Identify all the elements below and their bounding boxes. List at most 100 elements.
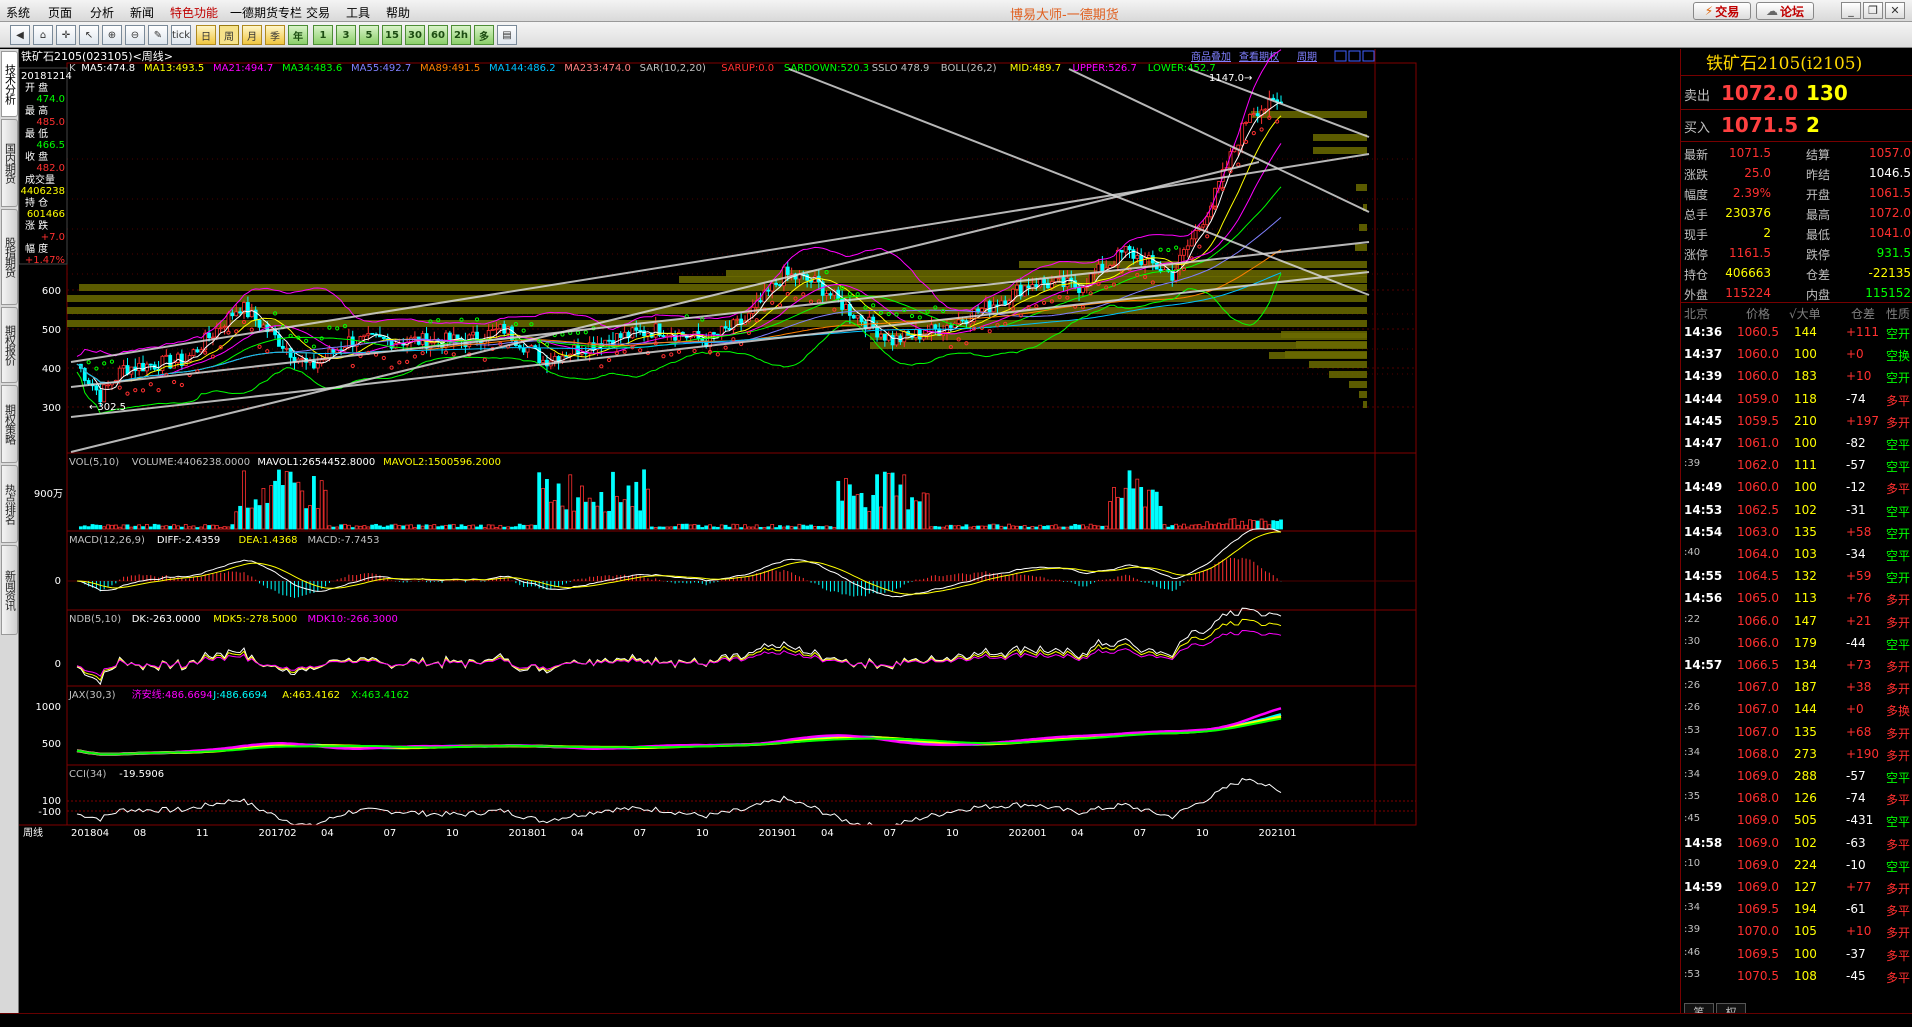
left-tab[interactable]: 热点排名 bbox=[1, 465, 18, 543]
menu-item[interactable]: 交易 bbox=[306, 4, 330, 21]
min30-icon[interactable]: 30 bbox=[405, 25, 425, 45]
min15-icon[interactable]: 15 bbox=[382, 25, 402, 45]
main-indicator-label: MID:489.7 bbox=[1010, 63, 1061, 74]
min1-icon[interactable]: 1 bbox=[313, 25, 333, 45]
trade-row[interactable]: :34 1068.0 273 +190 多开 bbox=[1681, 743, 1912, 765]
trade-time: :30 bbox=[1684, 635, 1701, 647]
tick-chart-icon[interactable]: tick bbox=[171, 25, 191, 45]
close-button[interactable]: ✕ bbox=[1885, 2, 1905, 19]
pointer-icon[interactable]: ↖ bbox=[79, 25, 99, 45]
trade-row[interactable]: 14:49 1060.0 100 -12 多平 bbox=[1681, 476, 1912, 498]
chart-header-link[interactable]: 周期 bbox=[1297, 51, 1317, 63]
trade-button[interactable]: ⚡ 交易 bbox=[1693, 2, 1751, 20]
menu-item[interactable]: 工具 bbox=[346, 4, 370, 21]
trade-row[interactable]: :39 1070.0 105 +10 多开 bbox=[1681, 920, 1912, 942]
min5-icon[interactable]: 5 bbox=[359, 25, 379, 45]
trade-row[interactable]: :45 1069.0 505 -431 空平 bbox=[1681, 809, 1912, 831]
period-day-icon[interactable]: 日 bbox=[196, 25, 216, 45]
zoom-in-icon[interactable]: ⊕ bbox=[102, 25, 122, 45]
volume-bar bbox=[646, 488, 650, 530]
period-season-icon[interactable]: 季 bbox=[265, 25, 285, 45]
left-tab[interactable]: 技术分析 bbox=[1, 51, 18, 117]
volume-bar bbox=[494, 527, 499, 530]
trade-row[interactable]: :22 1066.0 147 +21 多开 bbox=[1681, 610, 1912, 632]
period-week-icon[interactable]: 周 bbox=[219, 25, 239, 45]
volume-bar bbox=[145, 524, 149, 530]
trade-row[interactable]: 14:58 1069.0 102 -63 多平 bbox=[1681, 832, 1912, 854]
volume-bar bbox=[401, 525, 406, 530]
menu-item[interactable]: 分析 bbox=[90, 4, 114, 21]
trade-row[interactable]: :34 1069.0 288 -57 空平 bbox=[1681, 765, 1912, 787]
volume-bar bbox=[393, 523, 398, 530]
left-tab[interactable]: 股指期货 bbox=[1, 209, 18, 305]
trade-row[interactable]: 14:59 1069.0 127 +77 多开 bbox=[1681, 876, 1912, 898]
menu-item[interactable]: 一德期货专栏 bbox=[230, 4, 302, 21]
volume-bar bbox=[1205, 521, 1210, 530]
left-tab[interactable]: 期权策略 bbox=[1, 385, 18, 463]
trade-row[interactable]: :53 1070.5 108 -45 多平 bbox=[1681, 965, 1912, 987]
trade-row[interactable]: :34 1069.5 194 -61 多平 bbox=[1681, 898, 1912, 920]
trade-row[interactable]: 14:47 1061.0 100 -82 空平 bbox=[1681, 432, 1912, 454]
trade-price: 1067.0 bbox=[1737, 702, 1779, 717]
trade-row[interactable]: :53 1067.0 135 +68 多开 bbox=[1681, 721, 1912, 743]
zoom-out-icon[interactable]: ⊖ bbox=[125, 25, 145, 45]
chart-area[interactable]: 铁矿石2105(023105)<周线> 商品叠加 查看期权 周期K MA5:474.8 M… bbox=[19, 49, 1680, 1027]
min60-icon[interactable]: 60 bbox=[428, 25, 448, 45]
quote-label: 总手 bbox=[1684, 208, 1709, 222]
trade-row[interactable]: 14:56 1065.0 113 +76 多开 bbox=[1681, 587, 1912, 609]
candle-body bbox=[218, 327, 223, 330]
trade-row[interactable]: 14:45 1059.5 210 +197 多开 bbox=[1681, 410, 1912, 432]
trade-row[interactable]: 14:37 1060.0 100 +0 空换 bbox=[1681, 343, 1912, 365]
restore-button[interactable]: ❐ bbox=[1863, 2, 1883, 19]
min3-icon[interactable]: 3 bbox=[336, 25, 356, 45]
trade-row[interactable]: :46 1069.5 100 -37 多平 bbox=[1681, 943, 1912, 965]
quote-value: 1057.0 bbox=[1869, 146, 1911, 160]
trade-row[interactable]: 14:55 1064.5 132 +59 空开 bbox=[1681, 565, 1912, 587]
menu-item[interactable]: 页面 bbox=[48, 4, 72, 21]
minimize-button[interactable]: _ bbox=[1841, 2, 1861, 19]
left-tab[interactable]: 国内期货 bbox=[1, 119, 18, 207]
forum-button[interactable]: ☁ 论坛 bbox=[1756, 2, 1814, 20]
left-tab[interactable]: 新闻资讯 bbox=[1, 545, 18, 635]
trade-row[interactable]: :26 1067.0 144 +0 多换 bbox=[1681, 698, 1912, 720]
trade-row[interactable]: :30 1066.0 179 -44 空平 bbox=[1681, 632, 1912, 654]
menu-item[interactable]: 特色功能 bbox=[170, 4, 218, 21]
trade-row[interactable]: 14:54 1063.0 135 +58 空开 bbox=[1681, 521, 1912, 543]
menu-item[interactable]: 新闻 bbox=[130, 4, 154, 21]
period-month-icon[interactable]: 月 bbox=[242, 25, 262, 45]
trade-row[interactable]: :39 1062.0 111 -57 空平 bbox=[1681, 454, 1912, 476]
left-tab[interactable]: 期权报价 bbox=[1, 307, 18, 383]
trade-row[interactable]: :26 1067.0 187 +38 多开 bbox=[1681, 676, 1912, 698]
trade-row[interactable]: 14:36 1060.5 144 +111 空开 bbox=[1681, 321, 1912, 343]
sell-row[interactable]: 卖出 1072.0 130 bbox=[1681, 79, 1912, 107]
menu-item[interactable]: 帮助 bbox=[386, 4, 410, 21]
trade-row[interactable]: :35 1068.0 126 -74 多平 bbox=[1681, 787, 1912, 809]
draw-pen-icon[interactable]: ✎ bbox=[148, 25, 168, 45]
volume-bar bbox=[1182, 523, 1186, 530]
back-icon[interactable]: ◀ bbox=[10, 25, 30, 45]
min120-icon[interactable]: 2h bbox=[451, 25, 471, 45]
x-axis-tick: 04 bbox=[821, 828, 834, 839]
period-year-icon[interactable]: 年 bbox=[288, 25, 308, 45]
trade-row[interactable]: 14:57 1066.5 134 +73 多开 bbox=[1681, 654, 1912, 676]
trade-row[interactable]: 14:44 1059.0 118 -74 多平 bbox=[1681, 388, 1912, 410]
candle-body bbox=[370, 332, 375, 335]
trade-nature: 多开 bbox=[1886, 926, 1911, 941]
home-icon[interactable]: ⌂ bbox=[33, 25, 53, 45]
menu-item[interactable]: 系统 bbox=[6, 4, 30, 21]
trade-row[interactable]: 14:39 1060.0 183 +10 空开 bbox=[1681, 365, 1912, 387]
trade-price: 1062.0 bbox=[1737, 458, 1779, 473]
main-indicator-label: UPPER:526.7 bbox=[1073, 63, 1137, 74]
chart-header-link[interactable]: 商品叠加 bbox=[1191, 50, 1231, 63]
trade-row[interactable]: 14:53 1062.5 102 -31 空平 bbox=[1681, 499, 1912, 521]
trades-header-oi: 仓差 bbox=[1851, 307, 1876, 321]
buy-row[interactable]: 买入 1071.5 2 bbox=[1681, 111, 1912, 139]
chart-header-link[interactable]: 查看期权 bbox=[1239, 50, 1279, 63]
trade-row[interactable]: :10 1069.0 224 -10 空平 bbox=[1681, 854, 1912, 876]
multi-period-icon[interactable]: 多 bbox=[474, 25, 494, 45]
cross-icon[interactable]: ✛ bbox=[56, 25, 76, 45]
volume-profile-bar bbox=[870, 342, 1367, 349]
note-icon[interactable]: ▤ bbox=[497, 25, 517, 45]
trade-row[interactable]: :40 1064.0 103 -34 空平 bbox=[1681, 543, 1912, 565]
volume-bar bbox=[327, 525, 332, 530]
